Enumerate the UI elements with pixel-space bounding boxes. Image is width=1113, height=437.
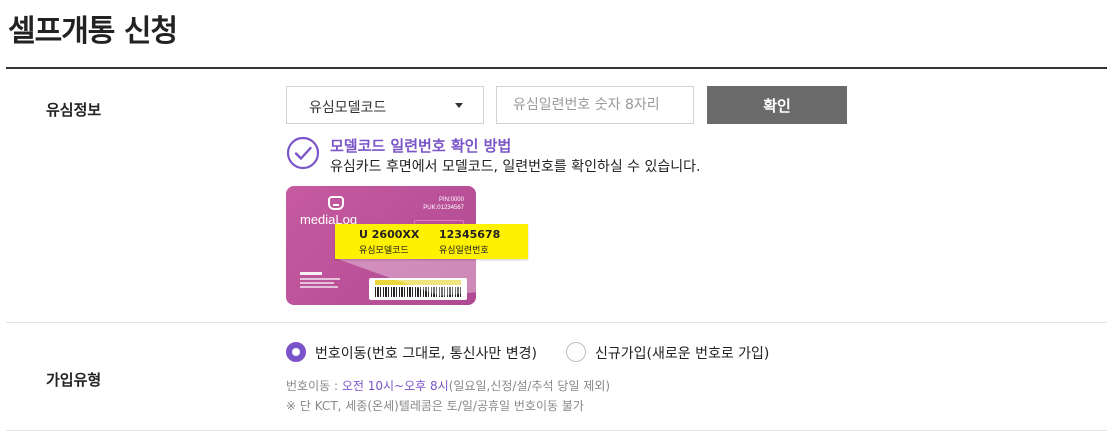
sim-card-puk: PUK:01234567	[423, 205, 464, 211]
radio-number-port-label[interactable]: 번호이동(번호 그대로, 통신사만 변경)	[315, 343, 537, 363]
sim-zoom-label: U 2600XX 유심모델코드 12345678 유심일련번호	[335, 224, 528, 259]
sim-card-pin-puk: PIN:0000 PUK:01234567	[423, 196, 464, 212]
brand-logo-icon	[328, 196, 344, 210]
zoom-serial-caption: 유심일련번호	[439, 246, 489, 256]
join-type-label: 가입유형	[46, 371, 102, 389]
check-circle-icon	[286, 136, 320, 170]
sim-serial-input[interactable]	[496, 86, 694, 124]
sim-info-label: 유심정보	[46, 101, 102, 119]
howto-description: 유심카드 후면에서 모델코드, 일련번호를 확인하실 수 있습니다.	[330, 159, 701, 175]
zoom-model-code: U 2600XX	[359, 228, 420, 241]
port-hours-suffix: (일요일,신정/설/추석 당일 제외)	[448, 379, 611, 393]
sim-model-select[interactable]: 유심모델코드	[286, 86, 484, 124]
zoom-serial-number: 12345678	[439, 228, 501, 241]
row-divider	[6, 322, 1107, 323]
port-hours-prefix: 번호이동 :	[286, 379, 342, 393]
confirm-button[interactable]: 확인	[707, 86, 847, 124]
radio-new-signup-label[interactable]: 신규가입(새로운 번호로 가입)	[595, 343, 769, 363]
sim-model-select-value: 유심모델코드	[309, 100, 387, 116]
page-title: 셀프개통 신청	[8, 14, 178, 49]
row-divider	[6, 430, 1107, 431]
title-divider	[6, 67, 1107, 69]
port-hours-note: 번호이동 : 오전 10시~오후 8시(일요일,신정/설/추석 당일 제외)	[286, 377, 610, 394]
howto-title: 모델코드 일련번호 확인 방법	[330, 137, 512, 155]
chevron-down-icon	[455, 103, 463, 108]
sim-card-pin: PIN:0000	[438, 197, 464, 203]
zoom-model-caption: 유심모델코드	[359, 246, 409, 256]
port-hours-highlight: 오전 10시~오후 8시	[341, 379, 449, 393]
radio-new-signup[interactable]	[566, 342, 586, 362]
port-restriction-note: ※ 단 KCT, 세종(온세)텔레콤은 토/일/공휴일 번호이동 불가	[286, 399, 584, 413]
radio-number-port[interactable]	[286, 342, 306, 362]
